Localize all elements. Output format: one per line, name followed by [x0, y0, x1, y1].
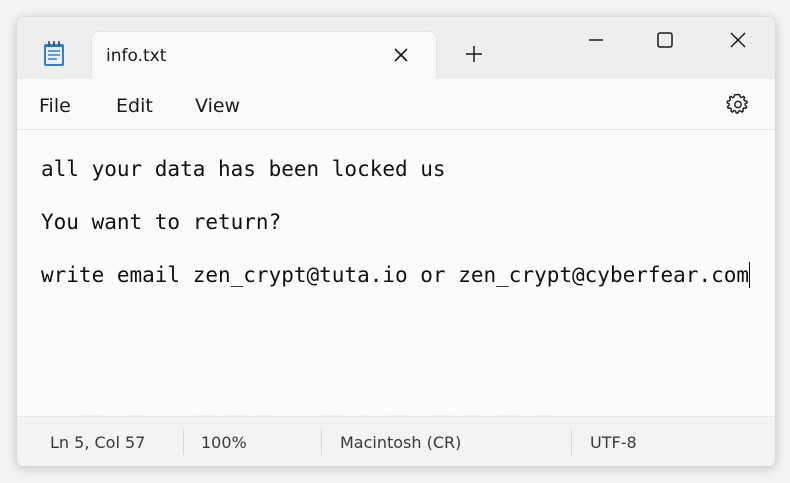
notepad-window: risk.com info.txt	[16, 16, 776, 467]
notepad-icon	[44, 41, 64, 66]
status-bar: Ln 5, Col 57 100% Macintosh (CR) UTF-8	[17, 416, 775, 466]
menu-bar: File Edit View	[17, 79, 775, 130]
close-window-icon[interactable]	[725, 27, 751, 53]
tab-title: info.txt	[106, 46, 167, 66]
status-line-ending[interactable]: Macintosh (CR)	[340, 433, 461, 453]
status-encoding[interactable]: UTF-8	[590, 433, 637, 453]
status-divider	[571, 429, 572, 455]
status-position: Ln 5, Col 57	[50, 433, 146, 452]
close-icon[interactable]	[390, 44, 412, 66]
editor-line: You want to return?	[41, 210, 282, 234]
minimize-icon[interactable]	[583, 27, 609, 53]
editor-line: all your data has been locked us	[41, 157, 446, 181]
menu-view[interactable]: View	[195, 94, 240, 118]
tab-info-txt[interactable]: info.txt	[91, 31, 437, 79]
editor-line-text: write email zen_crypt@tuta.io or zen_cry…	[41, 263, 750, 287]
status-zoom[interactable]: 100%	[201, 433, 247, 453]
menu-edit[interactable]: Edit	[116, 94, 153, 118]
menu-file[interactable]: File	[39, 94, 71, 118]
status-divider	[321, 429, 322, 455]
text-editor[interactable]: all your data has been locked us You wan…	[17, 130, 775, 415]
title-bar: info.txt	[17, 17, 775, 79]
maximize-icon[interactable]	[652, 27, 678, 53]
status-divider	[183, 429, 184, 455]
editor-line: write email zen_crypt@tuta.io or zen_cry…	[41, 262, 751, 288]
plus-icon[interactable]	[463, 43, 485, 65]
text-caret	[749, 262, 751, 288]
gear-icon[interactable]	[726, 92, 750, 116]
